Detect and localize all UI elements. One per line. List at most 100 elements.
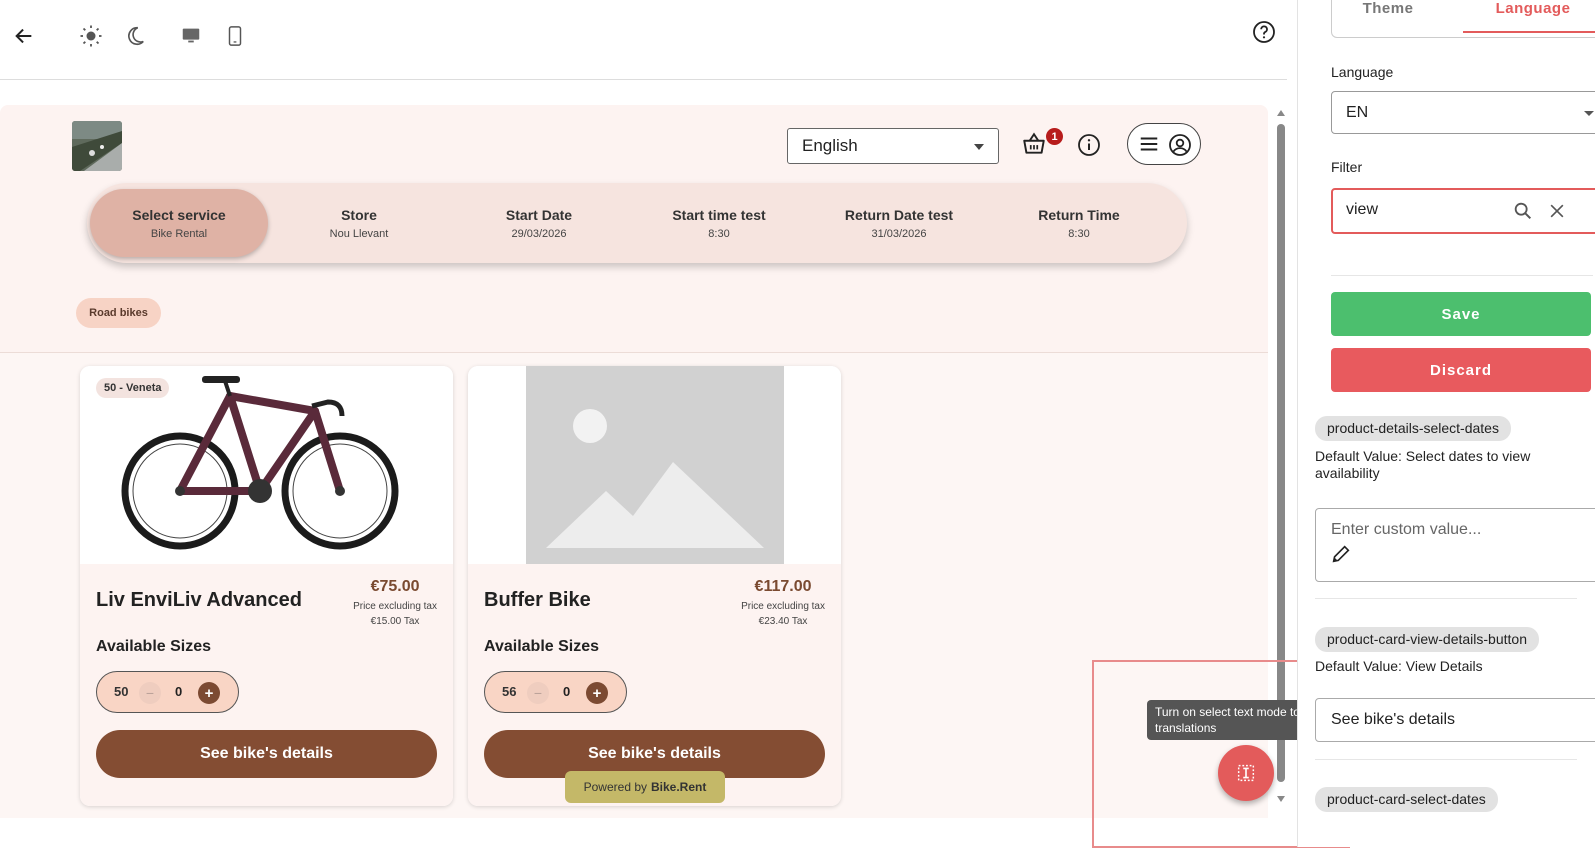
step-return-time[interactable]: Return Time 8:30 <box>990 189 1168 257</box>
price-excluding-tax-note: Price excluding tax <box>353 601 437 612</box>
search-icon[interactable] <box>1512 200 1534 222</box>
text-select-icon <box>1237 764 1255 782</box>
step-start-date[interactable]: Start Date 29/03/2026 <box>450 189 628 257</box>
product-size-badge: 50 - Veneta <box>96 378 170 398</box>
size-label: 50 <box>114 684 129 699</box>
clear-close-icon[interactable] <box>1547 201 1567 221</box>
hamburger-menu-icon <box>1140 137 1158 151</box>
site-logo[interactable] <box>72 121 122 171</box>
step-value: Nou Llevant <box>329 228 389 240</box>
size-label: 56 <box>502 684 517 699</box>
translation-key-chip: product-card-select-dates <box>1315 787 1498 812</box>
product-price: €117.00 <box>754 578 812 595</box>
step-title: Return Time <box>1038 207 1120 223</box>
monitor-icon[interactable] <box>177 22 205 50</box>
product-tax: €15.00 Tax <box>370 616 420 627</box>
product-image[interactable] <box>468 366 841 564</box>
site-language-select[interactable]: English <box>787 128 999 164</box>
translation-settings-panel: Theme Language Language EN Filter view S… <box>1297 0 1595 847</box>
moon-icon[interactable] <box>121 22 149 50</box>
product-price-block: €117.00 Price excluding tax €23.40 Tax <box>741 578 825 627</box>
quantity-value: 0 <box>175 684 183 699</box>
language-label: Language <box>1331 64 1394 80</box>
discard-button[interactable]: Discard <box>1331 348 1591 392</box>
increment-button[interactable]: + <box>198 682 220 704</box>
divider <box>1315 598 1577 599</box>
step-value: 8:30 <box>1068 228 1090 240</box>
size-quantity-stepper: 50 − 0 + <box>96 671 239 713</box>
quantity-value: 0 <box>563 684 571 699</box>
sun-icon[interactable] <box>77 22 105 50</box>
product-name: Liv EnviLiv Advanced <box>96 589 302 611</box>
step-title: Select service <box>132 207 226 223</box>
image-placeholder-icon <box>526 366 784 564</box>
available-sizes-label: Available Sizes <box>96 638 212 655</box>
custom-value-text: See bike's details <box>1331 711 1456 728</box>
custom-value-field[interactable]: See bike's details <box>1315 698 1595 742</box>
filter-search-input[interactable]: view <box>1331 188 1595 234</box>
step-value: Bike Rental <box>150 228 208 240</box>
step-return-date[interactable]: Return Date test 31/03/2026 <box>810 189 988 257</box>
phone-icon[interactable] <box>221 22 249 50</box>
available-sizes-label: Available Sizes <box>484 638 600 655</box>
product-price: €75.00 <box>370 578 420 595</box>
step-title: Return Date test <box>844 207 954 223</box>
price-excluding-tax-note: Price excluding tax <box>741 601 825 612</box>
chevron-down-icon <box>974 144 984 150</box>
filter-label: Filter <box>1331 159 1363 175</box>
product-card-body: Buffer Bike €117.00 Price excluding tax … <box>468 564 841 806</box>
step-value: 31/03/2026 <box>871 228 927 240</box>
language-dropdown-value: EN <box>1346 104 1369 121</box>
product-image[interactable]: 50 - Veneta <box>80 366 453 564</box>
see-details-button[interactable]: See bike's details <box>96 730 437 778</box>
info-icon[interactable] <box>1077 133 1103 159</box>
step-start-time[interactable]: Start time test 8:30 <box>630 189 808 257</box>
select-text-mode-button[interactable] <box>1218 745 1274 801</box>
help-circle-icon[interactable] <box>1250 18 1278 46</box>
step-select-service[interactable]: Select service Bike Rental <box>90 189 268 257</box>
size-quantity-stepper: 56 − 0 + <box>484 671 627 713</box>
product-card-body: Liv EnviLiv Advanced €75.00 Price exclud… <box>80 564 453 806</box>
step-title: Store <box>341 207 377 223</box>
tab-language[interactable]: Language <box>1463 0 1595 34</box>
powered-by-prefix: Powered by <box>583 780 647 794</box>
divider <box>1331 275 1593 276</box>
filter-input-value: view <box>1346 201 1379 218</box>
step-title: Start Date <box>505 207 573 223</box>
custom-value-field[interactable]: Enter custom value... <box>1315 508 1595 582</box>
site-language-value: English <box>802 136 858 155</box>
decrement-button[interactable]: − <box>527 682 549 704</box>
decrement-button[interactable]: − <box>139 682 161 704</box>
scroll-up-arrow-icon[interactable] <box>1276 108 1286 118</box>
arrow-left-icon[interactable] <box>10 22 38 50</box>
booking-steps-bar: Select service Bike Rental Store Nou Lle… <box>87 183 1187 263</box>
product-card: Buffer Bike €117.00 Price excluding tax … <box>468 366 841 806</box>
chevron-down-icon <box>1584 111 1594 116</box>
active-tab-indicator <box>1463 31 1595 33</box>
user-account-icon <box>1169 134 1191 156</box>
increment-button[interactable]: + <box>586 682 608 704</box>
step-title: Start time test <box>672 207 766 223</box>
powered-by-badge[interactable]: Powered by Bike.Rent <box>565 771 725 803</box>
category-chip-road-bikes[interactable]: Road bikes <box>76 298 161 328</box>
cart-count-badge: 1 <box>1046 128 1063 145</box>
product-tax: €23.40 Tax <box>758 616 808 627</box>
save-button[interactable]: Save <box>1331 292 1591 336</box>
translation-key-chip: product-card-view-details-button <box>1315 627 1539 652</box>
top-toolbar <box>0 0 1287 80</box>
product-card: 50 - Veneta Liv EnviLiv Advanced €75.00 … <box>80 366 453 806</box>
tab-theme[interactable]: Theme <box>1338 0 1438 34</box>
translation-default-value: Default Value: View Details <box>1315 658 1483 674</box>
language-dropdown[interactable]: EN <box>1331 91 1595 134</box>
divider <box>1315 759 1577 760</box>
user-menu-button[interactable] <box>1127 123 1201 165</box>
product-name: Buffer Bike <box>484 589 591 611</box>
custom-value-placeholder: Enter custom value... <box>1331 521 1482 538</box>
site-preview: English 1 Select service Bike Rental Sto… <box>0 105 1268 818</box>
step-store[interactable]: Store Nou Llevant <box>270 189 448 257</box>
step-value: 29/03/2026 <box>511 228 567 240</box>
translation-default-value: Default Value: Select dates to view avai… <box>1315 448 1531 481</box>
step-value: 8:30 <box>708 228 730 240</box>
translation-key-chip: product-details-select-dates <box>1315 416 1511 441</box>
pencil-edit-icon[interactable] <box>1330 543 1352 565</box>
